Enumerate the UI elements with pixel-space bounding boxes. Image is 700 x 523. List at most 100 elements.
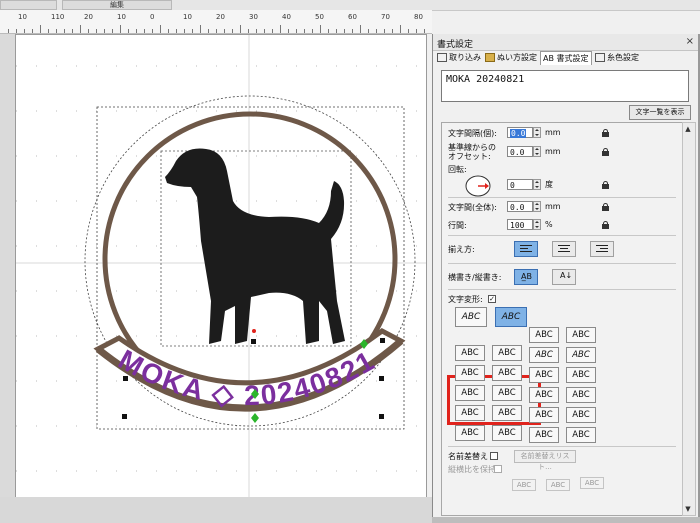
transform-tile[interactable]: ABC bbox=[492, 385, 522, 401]
ruler-tick bbox=[336, 29, 337, 33]
tile-text: ABC bbox=[498, 428, 516, 438]
design-canvas[interactable]: MOKA ◇ 20240821 bbox=[15, 34, 427, 498]
ruler-tick bbox=[24, 29, 25, 33]
transform-tile[interactable]: ABC bbox=[455, 365, 485, 381]
transform-checkbox[interactable]: ✓ bbox=[488, 295, 496, 303]
spacing-stepper[interactable] bbox=[533, 127, 541, 138]
scroll-down-icon[interactable]: ▼ bbox=[684, 505, 692, 513]
transform-tile[interactable]: ABC bbox=[566, 387, 596, 403]
embroidery-design[interactable]: MOKA ◇ 20240821 bbox=[16, 35, 426, 497]
ruler-tick bbox=[192, 29, 193, 33]
baseline-label-2: オフセット: bbox=[448, 152, 491, 161]
name-replace-list-button[interactable]: 名前差替えリスト... bbox=[514, 450, 576, 471]
tile-text: ABC bbox=[535, 350, 553, 360]
panel-title: 書式設定 bbox=[437, 40, 474, 50]
transform-tile[interactable]: ABC bbox=[492, 405, 522, 421]
lock-icon[interactable] bbox=[602, 203, 609, 211]
lock-icon[interactable] bbox=[602, 181, 609, 189]
ruler-tick bbox=[128, 29, 129, 33]
ruler-tick bbox=[416, 29, 417, 33]
ruler-tick bbox=[200, 25, 201, 33]
line-spacing-stepper[interactable] bbox=[533, 219, 541, 230]
transform-tile[interactable]: ABC bbox=[529, 387, 559, 403]
total-spacing-input[interactable]: 0.0 bbox=[507, 201, 533, 212]
ruler-tick bbox=[400, 25, 401, 33]
line-spacing-unit: % bbox=[545, 220, 553, 229]
transform-tile[interactable]: ABC bbox=[529, 367, 559, 383]
rotate-input[interactable]: 0 bbox=[507, 179, 533, 190]
close-icon[interactable]: × bbox=[686, 36, 694, 47]
tile-text: ABC bbox=[572, 350, 590, 360]
vertical-text-button[interactable]: A↓ bbox=[552, 269, 576, 285]
transform-tile[interactable]: ABC bbox=[529, 327, 559, 343]
tile-text: ABC bbox=[461, 348, 479, 358]
transform-tile[interactable]: ABC bbox=[566, 427, 596, 443]
tab-thread-label: 糸色設定 bbox=[607, 53, 639, 62]
ruler-label: 70 bbox=[381, 13, 390, 21]
ruler-label: 60 bbox=[348, 13, 357, 21]
tab-import[interactable]: 取り込み bbox=[437, 51, 481, 64]
baseline-stepper[interactable] bbox=[533, 146, 541, 157]
transform-tile[interactable]: ABC bbox=[529, 407, 559, 423]
total-spacing-stepper[interactable] bbox=[533, 201, 541, 212]
tab-sewing[interactable]: ぬい方設定 bbox=[485, 51, 537, 64]
name-replace-checkbox[interactable] bbox=[490, 452, 498, 460]
transform-tile[interactable]: ABC bbox=[566, 407, 596, 423]
tile-text: ABC bbox=[572, 430, 590, 440]
transform-tile[interactable]: ABC bbox=[455, 405, 485, 421]
scroll-up-icon[interactable]: ▲ bbox=[684, 125, 692, 133]
transform-arc-tile[interactable]: ABC bbox=[455, 307, 487, 327]
ruler-tick bbox=[280, 25, 281, 33]
align-left-button[interactable] bbox=[514, 241, 538, 257]
divider bbox=[448, 197, 676, 198]
transform-tile[interactable]: ABC bbox=[492, 425, 522, 441]
tile-text: ABC bbox=[461, 408, 479, 418]
align-center-button[interactable] bbox=[552, 241, 576, 257]
disabled-tile: ABC bbox=[580, 477, 604, 489]
transform-tile[interactable]: ABC bbox=[455, 345, 485, 361]
transform-tile[interactable]: ABC bbox=[529, 427, 559, 443]
transform-tile[interactable]: ABC bbox=[566, 327, 596, 343]
toolbar-button-1[interactable] bbox=[0, 0, 57, 10]
lock-icon[interactable] bbox=[602, 129, 609, 137]
format-settings-panel: 書式設定 × 取り込み ぬい方設定 AB 書式設定 糸色設定 MOKA 2024… bbox=[432, 34, 700, 517]
ruler-tick bbox=[240, 25, 241, 33]
keep-ratio-checkbox[interactable] bbox=[494, 465, 502, 473]
transform-tile[interactable]: ABC bbox=[492, 345, 522, 361]
line-spacing-input[interactable]: 100 bbox=[507, 219, 533, 230]
ruler-label: 20 bbox=[216, 13, 225, 21]
text-input[interactable]: MOKA 20240821 bbox=[441, 70, 689, 102]
ruler-tick bbox=[296, 29, 297, 33]
transform-tile[interactable]: ABC bbox=[455, 385, 485, 401]
lock-icon[interactable] bbox=[602, 221, 609, 229]
ruler-tick bbox=[216, 29, 217, 33]
tile-text: ABC bbox=[535, 370, 553, 380]
horizontal-text-button[interactable]: A̲B bbox=[514, 269, 538, 285]
import-icon bbox=[437, 53, 447, 62]
ruler-tick bbox=[248, 29, 249, 33]
baseline-input[interactable]: 0.0 bbox=[507, 146, 533, 157]
transform-tile[interactable]: ABC bbox=[455, 425, 485, 441]
transform-tile[interactable]: ABC bbox=[566, 347, 596, 363]
vertical-ruler-gutter bbox=[0, 34, 15, 523]
panel-scrollbar[interactable]: ▲ ▼ bbox=[682, 122, 696, 516]
lock-icon[interactable] bbox=[602, 148, 609, 156]
divider bbox=[448, 235, 676, 236]
transform-tile[interactable]: ABC bbox=[566, 367, 596, 383]
ruler-tick bbox=[48, 29, 49, 33]
baseline-label-1: 基準線からの bbox=[448, 143, 496, 152]
tab-thread[interactable]: 糸色設定 bbox=[595, 51, 639, 64]
show-character-list-button[interactable]: 文字一覧を表示 bbox=[629, 105, 691, 120]
tab-format[interactable]: AB 書式設定 bbox=[540, 51, 592, 65]
transform-tile[interactable]: ABC bbox=[492, 365, 522, 381]
rotation-dial[interactable] bbox=[464, 175, 492, 197]
spacing-input[interactable]: 0.0 bbox=[507, 127, 533, 138]
rotate-stepper[interactable] bbox=[533, 179, 541, 190]
ruler-tick bbox=[408, 29, 409, 33]
toolbar-button-edit[interactable]: 編集 bbox=[62, 0, 172, 10]
transform-tile[interactable]: ABC bbox=[529, 347, 559, 363]
align-right-button[interactable] bbox=[590, 241, 614, 257]
transform-arc-tile-selected[interactable]: ABC bbox=[495, 307, 527, 327]
ruler-label: 0 bbox=[150, 13, 155, 21]
ruler-label: 10 bbox=[117, 13, 126, 21]
